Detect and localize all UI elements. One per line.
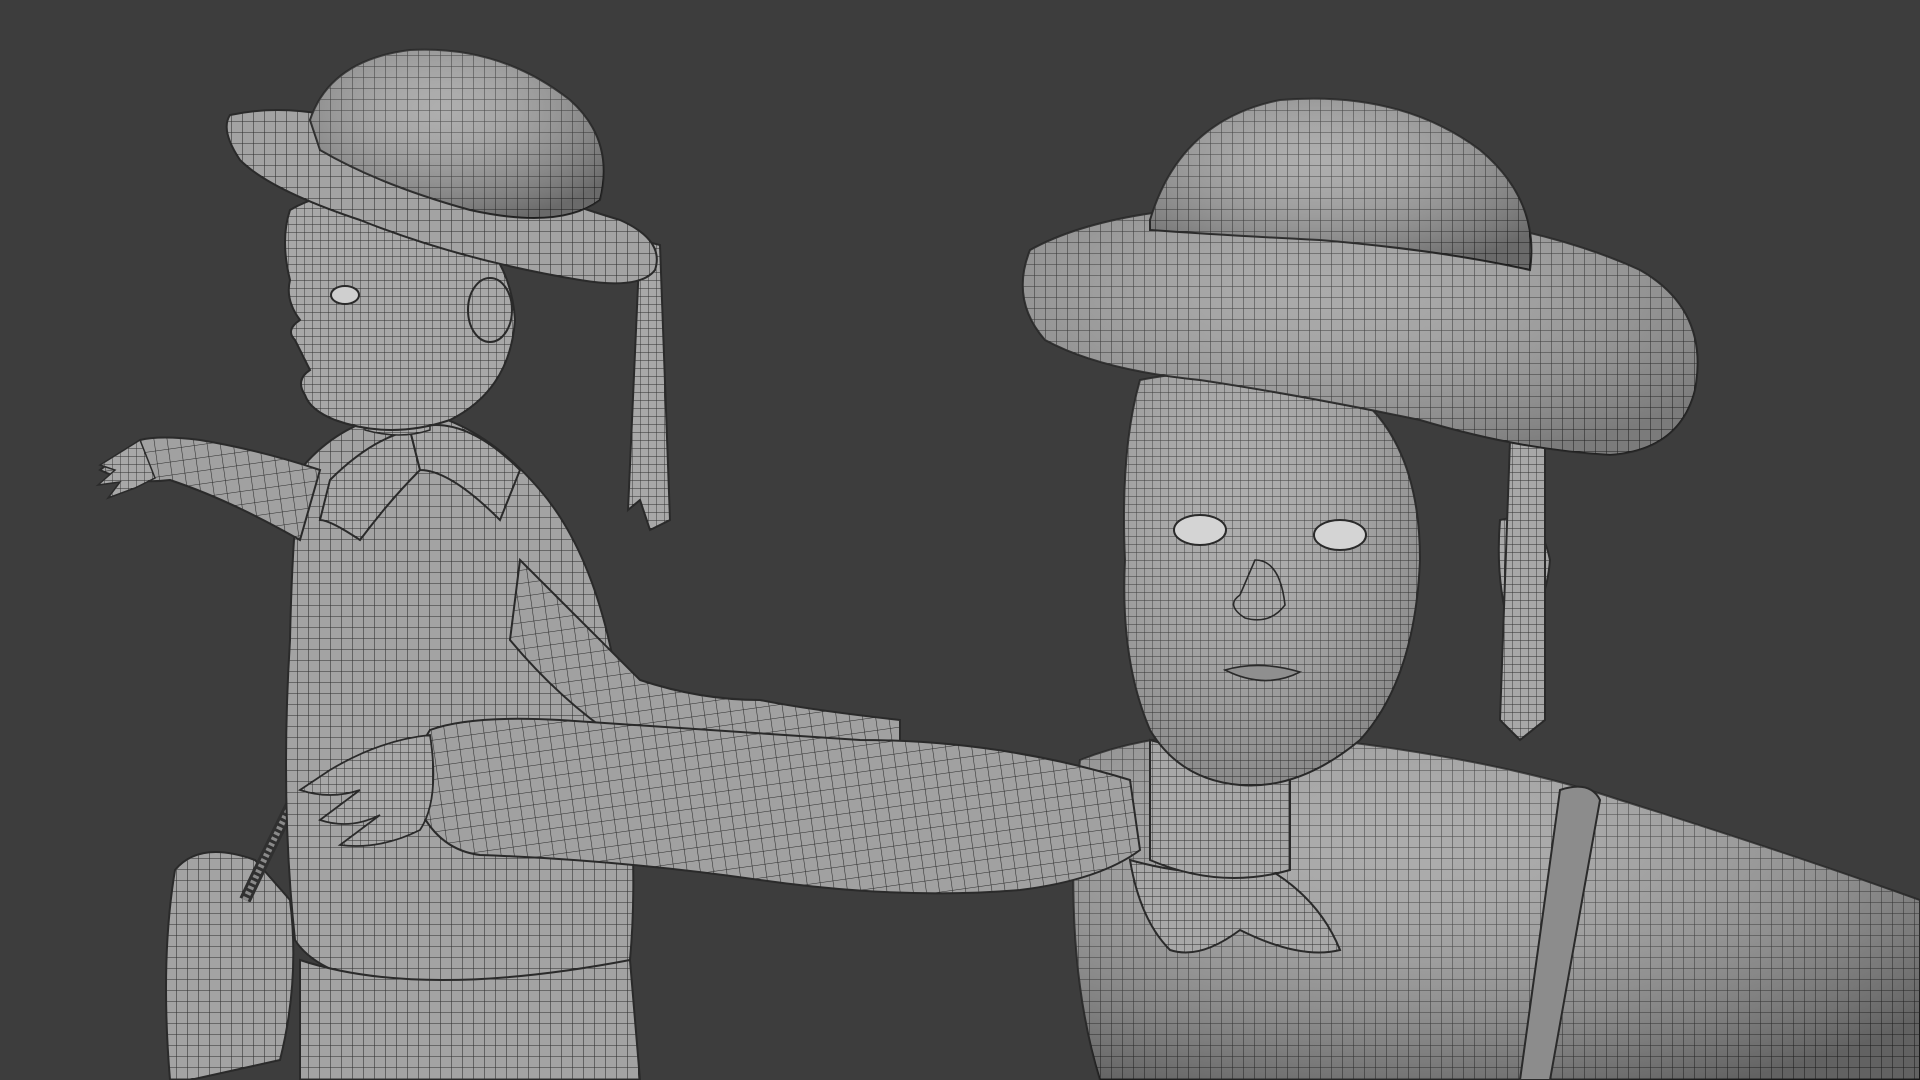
left-eye-socket	[1173, 514, 1227, 546]
hat-ribbon	[626, 238, 672, 532]
wireframe-scene	[95, 48, 1920, 1080]
right-eye-socket	[1313, 519, 1367, 551]
eye-socket	[330, 285, 360, 305]
hat-ribbon-front	[1498, 439, 1546, 742]
satchel-bag	[165, 851, 295, 1080]
character-side-view	[95, 48, 901, 1080]
ear	[467, 277, 513, 343]
3d-viewport[interactable]	[0, 0, 1920, 1080]
